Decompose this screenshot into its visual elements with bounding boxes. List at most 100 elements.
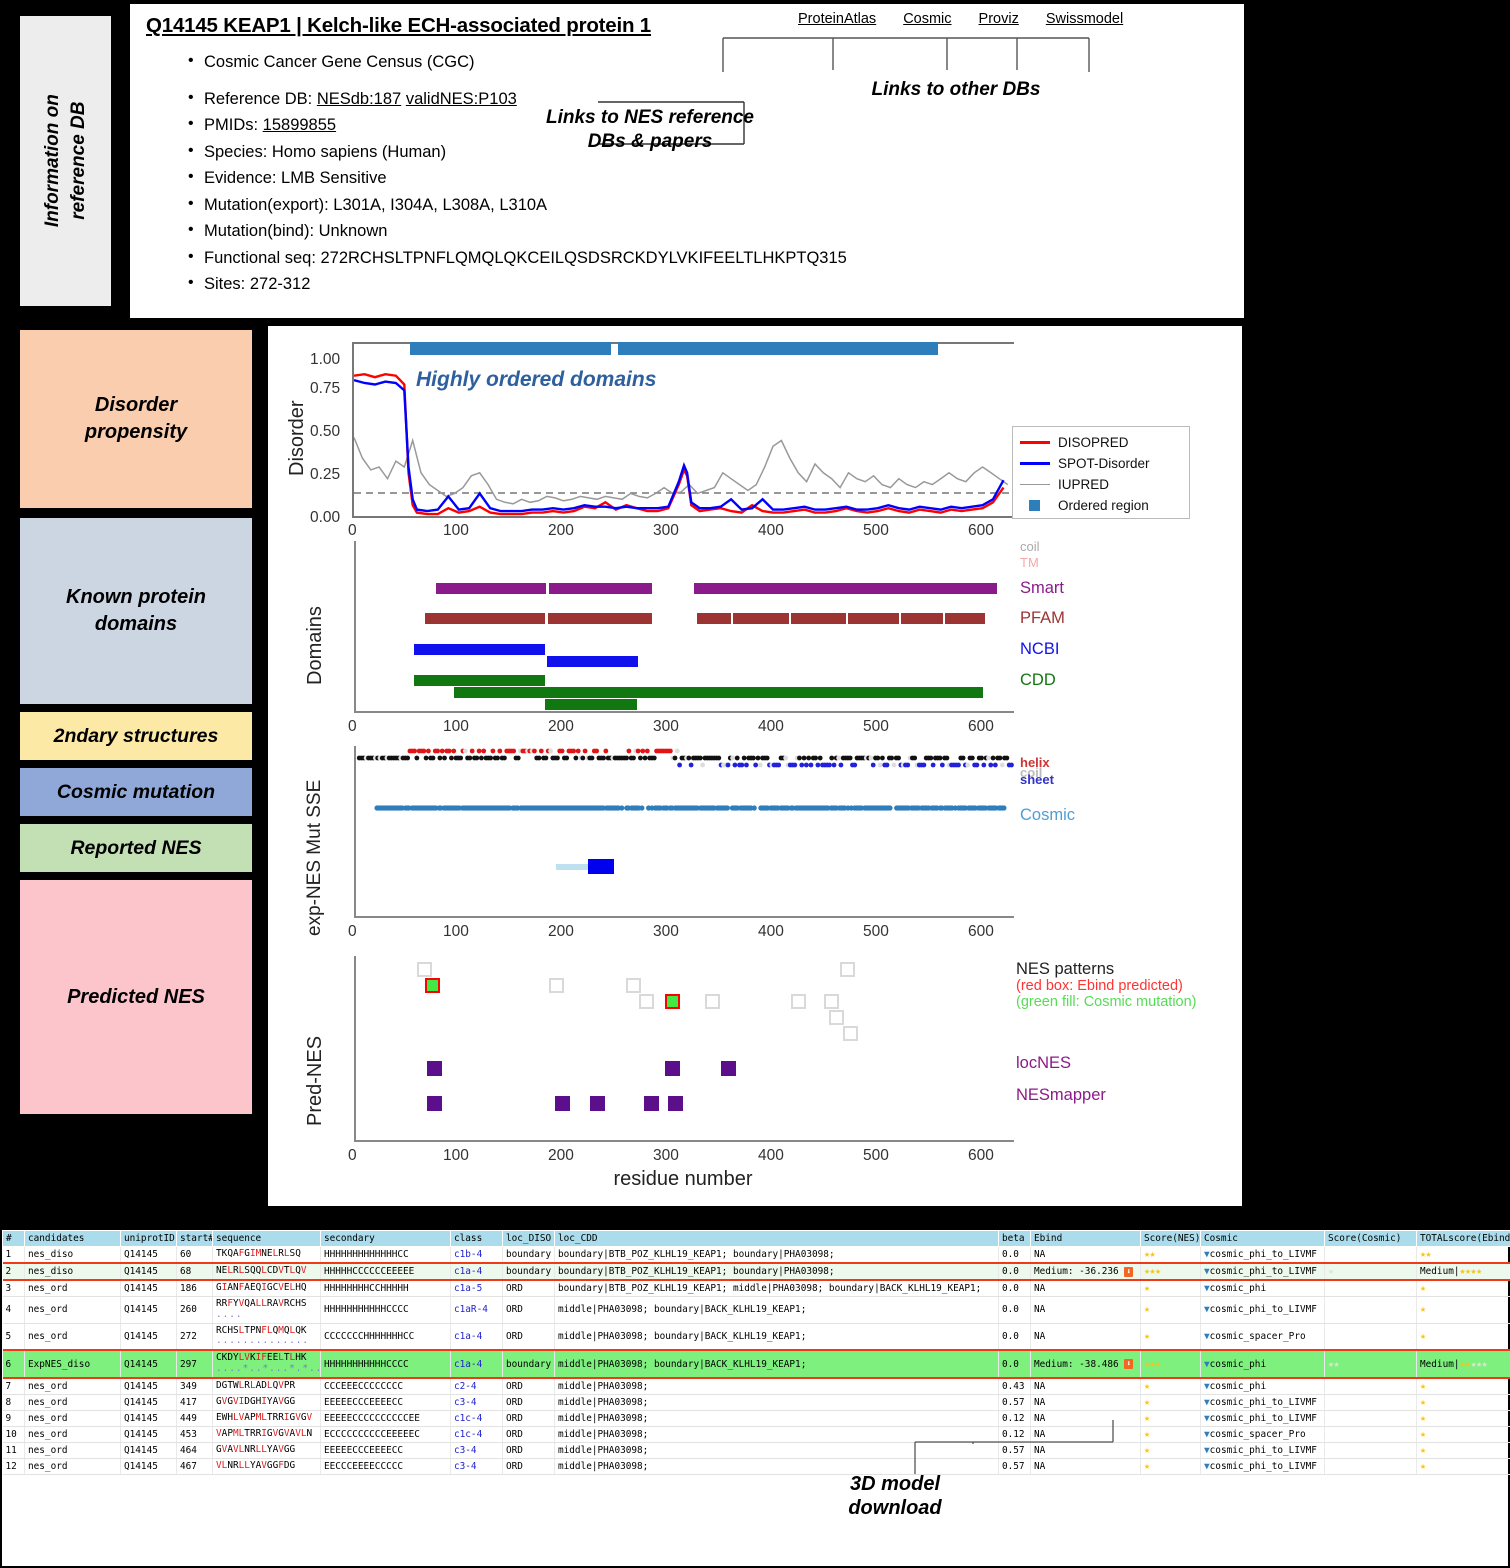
nesmapper-marker[interactable]: [427, 1096, 442, 1111]
table-row[interactable]: 3nes_ordQ14145186GIANFAEQIGCVELHQHHHHHHH…: [3, 1280, 1510, 1297]
table-row[interactable]: 6ExpNES_disoQ14145297CKDYLVKIFEELTLHK...…: [3, 1350, 1510, 1378]
table-row[interactable]: 5nes_ordQ14145272RCHSLTPNFLQMQLQK.......…: [3, 1323, 1510, 1350]
table-header-candidates[interactable]: candidates: [25, 1231, 121, 1247]
table-header-cosmic[interactable]: Cosmic: [1201, 1231, 1325, 1247]
cell-cosmic-pattern[interactable]: ▼cosmic_phi_to_LIVMF: [1201, 1263, 1325, 1280]
table-header-totalscore-ebind-stars[interactable]: TOTALscore(Ebind|Stars): [1417, 1231, 1510, 1247]
cell-total-score: ★: [1417, 1426, 1510, 1442]
cell-candidate-type: nes_diso: [25, 1247, 121, 1264]
download-3d-icon[interactable]: ⬇: [1124, 1359, 1133, 1369]
domains-subplot: Domains 0 100 200 300 400 500 600 coil T…: [268, 541, 1246, 746]
link-proviz[interactable]: Proviz: [979, 11, 1019, 27]
domains-y-axis-label: Domains: [304, 606, 327, 685]
cell-secondary-structure: EEEEECCCCCCCCCCEE: [321, 1410, 451, 1426]
domain-bar-ncbi: [414, 644, 545, 655]
locnes-marker[interactable]: [721, 1061, 736, 1076]
table-header-loc-diso[interactable]: loc_DISO: [503, 1231, 555, 1247]
nes-pattern-box[interactable]: [843, 1026, 858, 1041]
nes-pattern-box[interactable]: [626, 978, 641, 993]
nesmapper-marker[interactable]: [644, 1096, 659, 1111]
nes-pattern-box[interactable]: [425, 978, 440, 993]
table-row[interactable]: 1nes_disoQ1414560TKQAFGIMNELRLSQHHHHHHHH…: [3, 1247, 1510, 1264]
domains-label-ncbi: NCBI: [1020, 640, 1059, 659]
nes-pattern-box[interactable]: [791, 994, 806, 1009]
cell-ebind[interactable]: NA: [1031, 1297, 1141, 1324]
cell-ebind[interactable]: NA: [1031, 1247, 1141, 1264]
domain-bar-pfam: [901, 613, 943, 624]
link-nesdb[interactable]: NESdb:187: [317, 90, 401, 108]
table-row[interactable]: 11nes_ordQ14145464GVAVLNRLLYAVGGEEEEECCC…: [3, 1442, 1510, 1458]
table-row[interactable]: 2nes_disoQ1414568NELRLSQQLCDVTLQVHHHHHCC…: [3, 1263, 1510, 1280]
cell-cosmic-pattern[interactable]: ▼cosmic_spacer_Pro: [1201, 1426, 1325, 1442]
expnes-solid-bar: [588, 859, 614, 874]
nesmapper-marker[interactable]: [555, 1096, 570, 1111]
table-row[interactable]: 7nes_ordQ14145349DGTWLRLADLQVPRCCCEEECCC…: [3, 1378, 1510, 1395]
table-header-loc-cdd[interactable]: loc_CDD: [555, 1231, 999, 1247]
nes-pattern-box[interactable]: [829, 1010, 844, 1025]
cell-ebind[interactable]: NA: [1031, 1280, 1141, 1297]
table-header-score-nes[interactable]: Score(NES): [1141, 1231, 1201, 1247]
cell-ebind[interactable]: NA: [1031, 1378, 1141, 1395]
cell-ebind[interactable]: Medium: -36.236 ⬇: [1031, 1263, 1141, 1280]
nes-pattern-box[interactable]: [705, 994, 720, 1009]
nes-pattern-box[interactable]: [840, 962, 855, 977]
nesmapper-marker[interactable]: [590, 1096, 605, 1111]
cell-cosmic-pattern[interactable]: ▼cosmic_spacer_Pro: [1201, 1323, 1325, 1350]
cell-score-cosmic: [1325, 1458, 1417, 1474]
cell-start-residue: 186: [177, 1280, 213, 1297]
cell-ebind[interactable]: NA: [1031, 1394, 1141, 1410]
cell-cosmic-pattern[interactable]: ▼cosmic_phi_to_LIVMF: [1201, 1394, 1325, 1410]
cell-score-nes: ★: [1141, 1394, 1201, 1410]
domain-bar-pfam: [697, 613, 732, 624]
nes-pattern-box[interactable]: [549, 978, 564, 993]
cell-cosmic-pattern[interactable]: ▼cosmic_phi: [1201, 1350, 1325, 1378]
nes-pattern-box[interactable]: [824, 994, 839, 1009]
link-proteinatlas[interactable]: ProteinAtlas: [798, 11, 876, 27]
cell-cosmic-pattern[interactable]: ▼cosmic_phi_to_LIVMF: [1201, 1247, 1325, 1264]
table-header-class[interactable]: class: [451, 1231, 503, 1247]
cell-score-cosmic: [1325, 1410, 1417, 1426]
table-row[interactable]: 12nes_ordQ14145467VLNRLLYAVGGFDGEECCCEEE…: [3, 1458, 1510, 1474]
table-header-secondary[interactable]: secondary: [321, 1231, 451, 1247]
prednes-label-greenfill-note: (green fill: Cosmic mutation): [1016, 994, 1197, 1010]
table-header-[interactable]: #: [3, 1231, 25, 1247]
table-header-uniprotid[interactable]: uniprotID: [121, 1231, 177, 1247]
table-header-start[interactable]: start#: [177, 1231, 213, 1247]
nes-pattern-box[interactable]: [665, 994, 680, 1009]
domains-xtick-0: 0: [348, 718, 357, 736]
cell-cosmic-pattern[interactable]: ▼cosmic_phi_to_LIVMF: [1201, 1297, 1325, 1324]
cell-ebind[interactable]: Medium: -38.486 ⬇: [1031, 1350, 1141, 1378]
nes-pattern-box[interactable]: [639, 994, 654, 1009]
cell-cosmic-pattern[interactable]: ▼cosmic_phi_to_LIVMF: [1201, 1458, 1325, 1474]
locnes-marker[interactable]: [427, 1061, 442, 1076]
table-header-sequence[interactable]: sequence: [213, 1231, 321, 1247]
table-header-score-cosmic[interactable]: Score(Cosmic): [1325, 1231, 1417, 1247]
cell-start-residue: 453: [177, 1426, 213, 1442]
table-header-ebind[interactable]: Ebind: [1031, 1231, 1141, 1247]
table-row[interactable]: 8nes_ordQ14145417GVGVIDGHIYAVGGEEEEECCCE…: [3, 1394, 1510, 1410]
list-item-evidence: Evidence: LMB Sensitive: [190, 170, 1234, 187]
cell-cosmic-pattern[interactable]: ▼cosmic_phi_to_LIVMF: [1201, 1410, 1325, 1426]
sse-xtick-2: 200: [548, 923, 574, 941]
cell-cosmic-pattern[interactable]: ▼cosmic_phi_to_LIVMF: [1201, 1442, 1325, 1458]
cell-cosmic-pattern[interactable]: ▼cosmic_phi: [1201, 1378, 1325, 1395]
locnes-marker[interactable]: [665, 1061, 680, 1076]
sse-xtick-1: 100: [443, 923, 469, 941]
table-row[interactable]: 9nes_ordQ14145449EWHLVAPMLTRRIGVGVEEEEEC…: [3, 1410, 1510, 1426]
link-validnes[interactable]: validNES:P103: [406, 90, 517, 108]
link-pmid[interactable]: 15899855: [263, 116, 336, 134]
sse-xtick-4: 400: [758, 923, 784, 941]
cell-ebind[interactable]: NA: [1031, 1323, 1141, 1350]
cell-total-score: ★: [1417, 1394, 1510, 1410]
table-row[interactable]: 4nes_ordQ14145260RRFYVQALLRAVRCHS....HHH…: [3, 1297, 1510, 1324]
nes-candidates-table-container: #candidatesuniprotIDstart#sequencesecond…: [0, 1228, 1510, 1568]
cell-cosmic-pattern[interactable]: ▼cosmic_phi: [1201, 1280, 1325, 1297]
link-swissmodel[interactable]: Swissmodel: [1046, 11, 1123, 27]
nesmapper-marker[interactable]: [668, 1096, 683, 1111]
table-header-beta[interactable]: beta: [999, 1231, 1031, 1247]
link-cosmic[interactable]: Cosmic: [903, 11, 951, 27]
nes-pattern-box[interactable]: [417, 962, 432, 977]
download-3d-icon[interactable]: ⬇: [1124, 1267, 1133, 1277]
table-row[interactable]: 10nes_ordQ14145453VAPMLTRRIGVGVAVLNECCCC…: [3, 1426, 1510, 1442]
cell-sequence: NELRLSQQLCDVTLQV: [213, 1263, 321, 1280]
